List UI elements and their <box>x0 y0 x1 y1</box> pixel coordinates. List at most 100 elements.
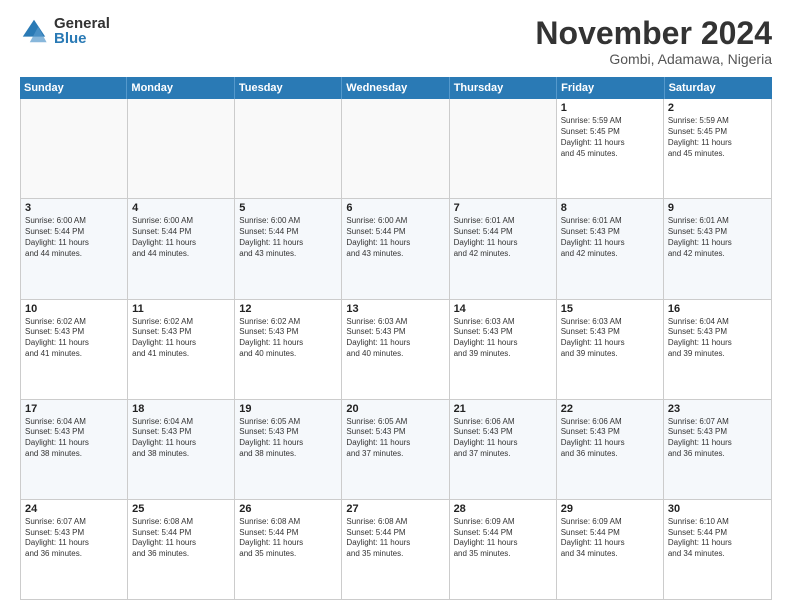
day-number: 28 <box>454 503 552 515</box>
day-info: Sunrise: 6:09 AM Sunset: 5:44 PM Dayligh… <box>454 517 552 560</box>
day-info: Sunrise: 6:00 AM Sunset: 5:44 PM Dayligh… <box>239 216 337 259</box>
calendar-cell-29: 29Sunrise: 6:09 AM Sunset: 5:44 PM Dayli… <box>557 500 664 599</box>
header: General Blue November 2024 Gombi, Adamaw… <box>20 16 772 67</box>
calendar-row-0: 1 Sunrise: 5:59 AM Sunset: 5:45 PM Daylig… <box>21 99 771 199</box>
day-number: 11 <box>132 303 230 315</box>
day-info: Sunrise: 6:06 AM Sunset: 5:43 PM Dayligh… <box>454 417 552 460</box>
calendar-cell-21: 21 Sunrise: 6:06 AM Sunset: 5:43 PM Dayli… <box>450 400 557 499</box>
day-info: Sunrise: 6:00 AM Sunset: 5:44 PM Dayligh… <box>346 216 444 259</box>
day-info: Sunrise: 6:03 AM Sunset: 5:43 PM Dayligh… <box>561 317 659 360</box>
month-title: November 2024 <box>535 16 772 51</box>
day-number: 26 <box>239 503 337 515</box>
calendar-row-2: 10 Sunrise: 6:02 AM Sunset: 5:43 PM Dayli… <box>21 300 771 400</box>
day-number: 2 <box>668 102 767 114</box>
day-info: Sunrise: 6:03 AM Sunset: 5:43 PM Dayligh… <box>454 317 552 360</box>
day-number: 4 <box>132 202 230 214</box>
day-number: 22 <box>561 403 659 415</box>
header-cell-thursday: Thursday <box>450 77 557 99</box>
calendar-cell-16: 16 Sunrise: 6:04 AM Sunset: 5:43 PM Dayli… <box>664 300 771 399</box>
calendar-cell-2: 2Sunrise: 5:59 AM Sunset: 5:45 PM Daylig… <box>664 99 771 198</box>
calendar-cell-9: 9 Sunrise: 6:01 AM Sunset: 5:43 PM Daylig… <box>664 199 771 298</box>
calendar-body: 1 Sunrise: 5:59 AM Sunset: 5:45 PM Daylig… <box>20 99 772 600</box>
calendar-cell-30: 30 Sunrise: 6:10 AM Sunset: 5:44 PM Dayli… <box>664 500 771 599</box>
day-info: Sunrise: 6:04 AM Sunset: 5:43 PM Dayligh… <box>25 417 123 460</box>
day-info: Sunrise: 6:07 AM Sunset: 5:43 PM Dayligh… <box>668 417 767 460</box>
calendar-row-4: 24 Sunrise: 6:07 AM Sunset: 5:43 PM Dayli… <box>21 500 771 599</box>
calendar-row-1: 3Sunrise: 6:00 AM Sunset: 5:44 PM Daylig… <box>21 199 771 299</box>
calendar-cell-10: 10 Sunrise: 6:02 AM Sunset: 5:43 PM Dayli… <box>21 300 128 399</box>
day-number: 21 <box>454 403 552 415</box>
day-number: 12 <box>239 303 337 315</box>
day-info: Sunrise: 6:05 AM Sunset: 5:43 PM Dayligh… <box>239 417 337 460</box>
day-number: 10 <box>25 303 123 315</box>
logo: General Blue <box>20 16 110 46</box>
day-info: Sunrise: 6:02 AM Sunset: 5:43 PM Dayligh… <box>239 317 337 360</box>
day-number: 5 <box>239 202 337 214</box>
day-number: 16 <box>668 303 767 315</box>
logo-text: General Blue <box>54 16 110 46</box>
day-number: 30 <box>668 503 767 515</box>
day-number: 25 <box>132 503 230 515</box>
day-info: Sunrise: 6:09 AM Sunset: 5:44 PM Dayligh… <box>561 517 659 560</box>
calendar-cell-13: 13Sunrise: 6:03 AM Sunset: 5:43 PM Dayli… <box>342 300 449 399</box>
day-info: Sunrise: 6:07 AM Sunset: 5:43 PM Dayligh… <box>25 517 123 560</box>
day-info: Sunrise: 6:02 AM Sunset: 5:43 PM Dayligh… <box>25 317 123 360</box>
calendar-cell-6: 6 Sunrise: 6:00 AM Sunset: 5:44 PM Daylig… <box>342 199 449 298</box>
calendar-cell-19: 19Sunrise: 6:05 AM Sunset: 5:43 PM Dayli… <box>235 400 342 499</box>
calendar-cell-24: 24 Sunrise: 6:07 AM Sunset: 5:43 PM Dayli… <box>21 500 128 599</box>
calendar-cell-4: 4 Sunrise: 6:00 AM Sunset: 5:44 PM Daylig… <box>128 199 235 298</box>
calendar-cell-empty <box>235 99 342 198</box>
header-cell-monday: Monday <box>127 77 234 99</box>
day-info: Sunrise: 6:05 AM Sunset: 5:43 PM Dayligh… <box>346 417 444 460</box>
calendar-cell-28: 28 Sunrise: 6:09 AM Sunset: 5:44 PM Dayli… <box>450 500 557 599</box>
calendar-cell-empty <box>342 99 449 198</box>
day-info: Sunrise: 6:01 AM Sunset: 5:44 PM Dayligh… <box>454 216 552 259</box>
day-number: 20 <box>346 403 444 415</box>
day-info: Sunrise: 6:00 AM Sunset: 5:44 PM Dayligh… <box>132 216 230 259</box>
calendar-cell-7: 7Sunrise: 6:01 AM Sunset: 5:44 PM Daylig… <box>450 199 557 298</box>
day-number: 14 <box>454 303 552 315</box>
location: Gombi, Adamawa, Nigeria <box>535 51 772 67</box>
day-info: Sunrise: 6:10 AM Sunset: 5:44 PM Dayligh… <box>668 517 767 560</box>
title-block: November 2024 Gombi, Adamawa, Nigeria <box>535 16 772 67</box>
calendar-cell-12: 12 Sunrise: 6:02 AM Sunset: 5:43 PM Dayli… <box>235 300 342 399</box>
calendar-cell-23: 23Sunrise: 6:07 AM Sunset: 5:43 PM Dayli… <box>664 400 771 499</box>
day-number: 9 <box>668 202 767 214</box>
calendar-cell-25: 25 Sunrise: 6:08 AM Sunset: 5:44 PM Dayli… <box>128 500 235 599</box>
day-info: Sunrise: 6:02 AM Sunset: 5:43 PM Dayligh… <box>132 317 230 360</box>
calendar-cell-22: 22 Sunrise: 6:06 AM Sunset: 5:43 PM Dayli… <box>557 400 664 499</box>
day-info: Sunrise: 6:04 AM Sunset: 5:43 PM Dayligh… <box>668 317 767 360</box>
day-number: 27 <box>346 503 444 515</box>
logo-general: General <box>54 16 110 31</box>
day-info: Sunrise: 6:04 AM Sunset: 5:43 PM Dayligh… <box>132 417 230 460</box>
calendar-cell-26: 26Sunrise: 6:08 AM Sunset: 5:44 PM Dayli… <box>235 500 342 599</box>
day-number: 8 <box>561 202 659 214</box>
day-info: Sunrise: 6:01 AM Sunset: 5:43 PM Dayligh… <box>668 216 767 259</box>
day-number: 6 <box>346 202 444 214</box>
day-info: Sunrise: 6:08 AM Sunset: 5:44 PM Dayligh… <box>346 517 444 560</box>
header-cell-wednesday: Wednesday <box>342 77 449 99</box>
calendar-cell-15: 15Sunrise: 6:03 AM Sunset: 5:43 PM Dayli… <box>557 300 664 399</box>
calendar-cell-empty <box>21 99 128 198</box>
logo-icon <box>20 17 48 45</box>
day-number: 24 <box>25 503 123 515</box>
day-number: 17 <box>25 403 123 415</box>
day-info: Sunrise: 6:01 AM Sunset: 5:43 PM Dayligh… <box>561 216 659 259</box>
calendar-cell-empty <box>450 99 557 198</box>
day-info: Sunrise: 6:00 AM Sunset: 5:44 PM Dayligh… <box>25 216 123 259</box>
calendar-cell-8: 8 Sunrise: 6:01 AM Sunset: 5:43 PM Daylig… <box>557 199 664 298</box>
calendar-cell-3: 3Sunrise: 6:00 AM Sunset: 5:44 PM Daylig… <box>21 199 128 298</box>
day-info: Sunrise: 6:08 AM Sunset: 5:44 PM Dayligh… <box>132 517 230 560</box>
calendar-cell-14: 14 Sunrise: 6:03 AM Sunset: 5:43 PM Dayli… <box>450 300 557 399</box>
day-info: Sunrise: 5:59 AM Sunset: 5:45 PM Dayligh… <box>561 116 659 159</box>
calendar-cell-1: 1 Sunrise: 5:59 AM Sunset: 5:45 PM Daylig… <box>557 99 664 198</box>
header-cell-sunday: Sunday <box>20 77 127 99</box>
day-info: Sunrise: 6:03 AM Sunset: 5:43 PM Dayligh… <box>346 317 444 360</box>
day-info: Sunrise: 6:06 AM Sunset: 5:43 PM Dayligh… <box>561 417 659 460</box>
calendar-cell-11: 11 Sunrise: 6:02 AM Sunset: 5:43 PM Dayli… <box>128 300 235 399</box>
day-number: 18 <box>132 403 230 415</box>
calendar-cell-17: 17 Sunrise: 6:04 AM Sunset: 5:43 PM Dayli… <box>21 400 128 499</box>
calendar-cell-5: 5 Sunrise: 6:00 AM Sunset: 5:44 PM Daylig… <box>235 199 342 298</box>
day-number: 1 <box>561 102 659 114</box>
calendar-cell-27: 27 Sunrise: 6:08 AM Sunset: 5:44 PM Dayli… <box>342 500 449 599</box>
